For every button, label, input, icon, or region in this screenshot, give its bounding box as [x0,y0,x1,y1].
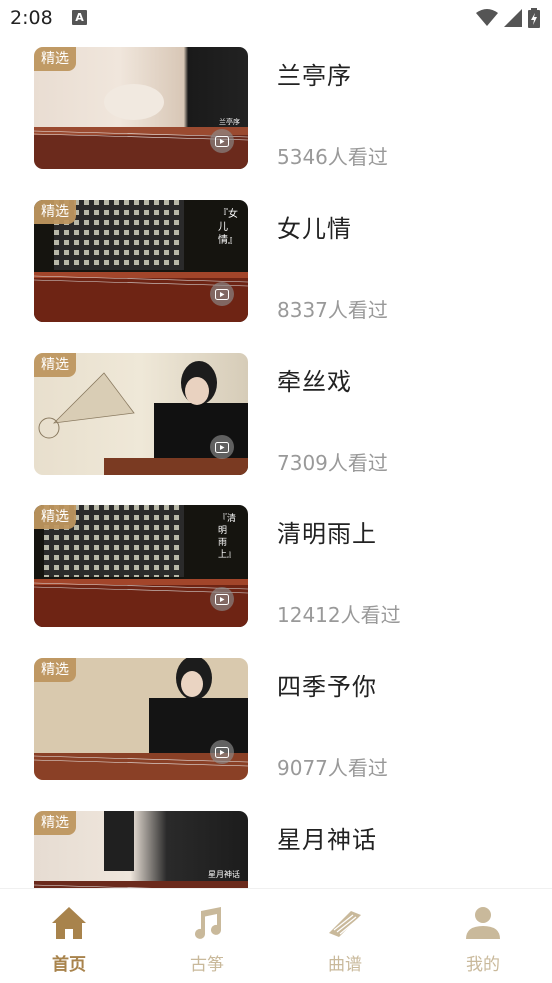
nav-label: 我的 [466,955,500,975]
video-play-icon [210,587,234,611]
video-thumbnail[interactable]: 精选 [34,658,248,780]
status-time: 2:08 [10,7,53,29]
video-item[interactable]: 『女儿情』 精选 女儿情 8337人看过 [0,191,552,322]
video-thumbnail[interactable]: 『女儿情』 精选 [34,200,248,322]
featured-badge: 精选 [34,811,76,835]
video-view-count: 5346人看过 [277,145,388,169]
sheet-music-icon [329,911,361,937]
notification-icon: A [72,10,87,25]
wifi-icon [476,9,498,26]
video-title[interactable]: 女儿情 [277,209,352,244]
thumbnail-caption: 『女儿情』 [218,209,238,246]
nav-tab-home[interactable]: 首页 [0,889,138,983]
bottom-navigation: 首页 古筝 曲谱 我的 [0,888,552,983]
video-title[interactable]: 兰亭序 [277,56,352,91]
video-item[interactable]: 精选 牵丝戏 7309人看过 [0,344,552,475]
video-thumbnail[interactable]: 『清明雨上』 精选 [34,505,248,627]
nav-tab-guzheng[interactable]: 古筝 [138,889,276,983]
video-list[interactable]: 兰亭序 精选 兰亭序 5346人看过 『女儿情』 精选 女儿情 8337人看过 [0,38,552,888]
nav-label: 首页 [52,955,86,975]
video-item[interactable]: 精选 四季予你 9077人看过 [0,649,552,780]
featured-badge: 精选 [34,505,76,529]
featured-badge: 精选 [34,47,76,71]
nav-label: 曲谱 [328,955,362,975]
featured-badge: 精选 [34,658,76,682]
nav-label: 古筝 [190,955,224,975]
video-title[interactable]: 四季予你 [277,667,377,702]
home-icon [52,907,86,939]
video-thumbnail[interactable]: 星月神话 精选 [34,811,248,888]
video-title[interactable]: 牵丝戏 [277,362,352,397]
video-item[interactable]: 『清明雨上』 精选 清明雨上 12412人看过 [0,496,552,627]
video-item[interactable]: 星月神话 精选 星月神话 [0,802,552,888]
video-play-icon [210,129,234,153]
video-play-icon [210,435,234,459]
video-view-count: 7309人看过 [277,451,388,475]
video-title[interactable]: 星月神话 [277,820,377,855]
featured-badge: 精选 [34,353,76,377]
video-play-icon [210,740,234,764]
nav-tab-sheet-music[interactable]: 曲谱 [276,889,414,983]
signal-icon [504,9,522,27]
video-thumbnail[interactable]: 兰亭序 精选 [34,47,248,169]
video-view-count: 9077人看过 [277,756,388,780]
video-view-count: 12412人看过 [277,603,401,627]
status-icons [476,8,540,28]
user-icon [466,907,500,939]
status-bar: 2:08 A [0,0,552,38]
featured-badge: 精选 [34,200,76,224]
video-title[interactable]: 清明雨上 [277,514,377,549]
battery-icon [528,8,540,28]
nav-tab-profile[interactable]: 我的 [414,889,552,983]
thumbnail-caption: 星月神话 [208,870,240,879]
thumbnail-caption: 『清明雨上』 [218,514,237,560]
thumbnail-caption: 兰亭序 [219,118,240,126]
video-item[interactable]: 兰亭序 精选 兰亭序 5346人看过 [0,38,552,169]
video-play-icon [210,282,234,306]
video-view-count: 8337人看过 [277,298,388,322]
video-thumbnail[interactable]: 精选 [34,353,248,475]
music-note-icon [195,907,221,939]
